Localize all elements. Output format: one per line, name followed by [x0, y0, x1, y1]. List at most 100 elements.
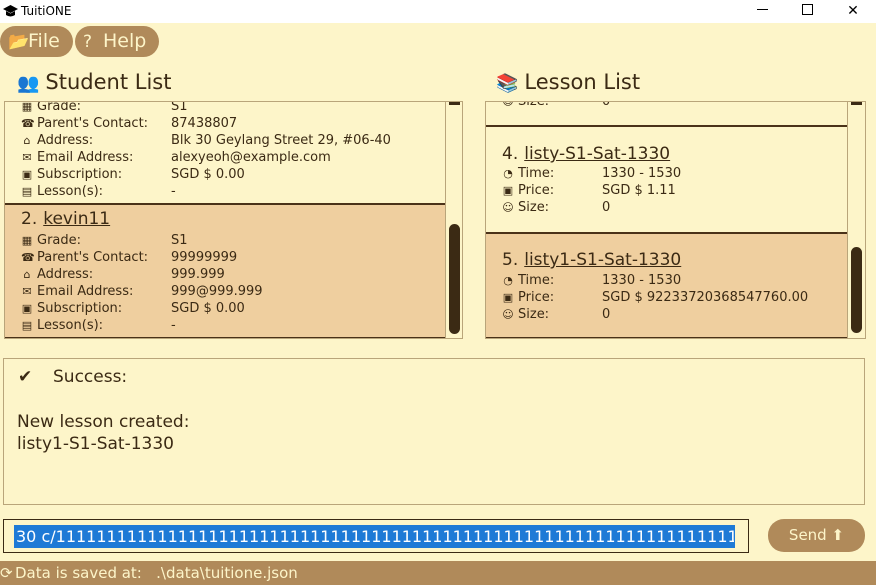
address-value: Blk 30 Geylang Street 29, #06-40: [171, 133, 391, 148]
grade-value: S1: [171, 233, 188, 248]
time-label: Time:: [518, 273, 555, 288]
minimize-button[interactable]: [739, 0, 785, 23]
envelope-icon: ✉: [22, 285, 32, 298]
address-row: ⌂ Address: Blk 30 Geylang Street 29, #06-4…: [21, 132, 391, 149]
contact-label: Parent's Contact:: [37, 116, 149, 131]
students-icon: 👥: [17, 73, 40, 94]
lesson-list-scrollbar[interactable]: [847, 102, 865, 338]
student-card[interactable]: ▦ Grade: S1 ☎ Parent's Contact: 87438807 ⌂ Ad…: [5, 101, 445, 205]
scrollbar-top-marker: [851, 102, 862, 105]
lesson-index: 4.: [502, 144, 519, 164]
grade-icon: ▦: [21, 234, 33, 247]
size-row: ☺ Size: 0: [502, 306, 610, 323]
price-label: Price:: [518, 183, 555, 198]
time-value: 1330 - 1530: [602, 166, 682, 181]
title-bar: TuitiONE ✕: [0, 0, 876, 23]
student-index: 2.: [21, 209, 38, 229]
price-value: SGD $ 92233720368547760.00: [602, 290, 809, 305]
size-value: 0: [602, 101, 611, 109]
email-label: Email Address:: [37, 284, 134, 299]
result-message: New lesson created: listy1-S1-Sat-1330: [17, 412, 190, 454]
student-card-selected[interactable]: 2. kevin11 ▦ Grade: S1 ☎ Parent's Contact: 99…: [5, 205, 445, 338]
grade-value: S1: [171, 101, 188, 114]
money-icon: ▣: [502, 184, 514, 197]
time-value: 1330 - 1530: [602, 273, 682, 288]
file-menu-button[interactable]: 📂File: [0, 26, 73, 57]
lesson-card-header: 5. listy1-S1-Sat-1330: [502, 250, 681, 270]
student-list-title: 👥 Student List: [17, 68, 171, 96]
lessons-value: -: [171, 318, 176, 333]
command-input[interactable]: 30 c/11111111111111111111111111111111111…: [3, 519, 749, 553]
result-display: ✔ Success: New lesson created: listy1-S1-…: [3, 358, 865, 505]
email-row: ✉ Email Address: alexyeoh@example.com: [21, 149, 330, 166]
contact-row: ☎ Parent's Contact: 99999999: [21, 249, 237, 266]
grade-icon: ▦: [21, 101, 33, 113]
email-value: 999@999.999: [171, 284, 263, 299]
status-text: Data is saved at: .\data\tuitione.json: [15, 564, 298, 582]
money-icon: ▣: [21, 302, 33, 315]
price-value: SGD $ 1.11: [602, 183, 676, 198]
size-label: Size:: [518, 200, 550, 215]
lesson-card-selected[interactable]: 5. listy1-S1-Sat-1330 ◔ Time: 1330 - 1530 ▣…: [486, 234, 847, 338]
phone-icon: ☎: [21, 117, 35, 130]
home-icon: ⌂: [23, 134, 31, 147]
smiley-icon: ☺: [502, 308, 514, 321]
money-icon: ▣: [502, 291, 514, 304]
time-label: Time:: [518, 166, 555, 181]
size-row: ☺ Size: 0: [502, 199, 610, 216]
email-label: Email Address:: [37, 150, 134, 165]
lesson-index: 5.: [502, 250, 519, 270]
address-label: Address:: [37, 133, 94, 148]
help-menu-button[interactable]: ? Help: [75, 26, 159, 57]
address-value: 999.999: [171, 267, 225, 282]
lesson-name: listy1-S1-Sat-1330: [524, 250, 682, 270]
maximize-button[interactable]: [784, 0, 830, 23]
size-label: Size:: [518, 101, 550, 109]
graduation-cap-icon: [3, 5, 18, 17]
address-row: ⌂ Address: 999.999: [21, 266, 225, 283]
lesson-card[interactable]: ☺ Size: 0: [486, 101, 847, 127]
lesson-list-title-text: Lesson List: [524, 70, 641, 94]
lesson-card-header: 4. listy-S1-Sat-1330: [502, 144, 670, 164]
books-icon: 📚: [496, 73, 519, 94]
close-button[interactable]: ✕: [830, 0, 876, 23]
close-icon: ✕: [847, 3, 859, 19]
size-row: ☺ Size: 0: [502, 101, 610, 110]
lessons-value: -: [171, 184, 176, 199]
phone-icon: ☎: [21, 251, 35, 264]
subscription-value: SGD $ 0.00: [171, 301, 245, 316]
email-row: ✉ Email Address: 999@999.999: [21, 283, 262, 300]
subscription-label: Subscription:: [37, 167, 123, 182]
size-value: 0: [602, 200, 611, 215]
maximize-icon: [801, 4, 813, 15]
lessons-row: ▤ Lesson(s): -: [21, 317, 176, 334]
grade-label: Grade:: [37, 233, 82, 248]
grade-row: ▦ Grade: S1: [21, 232, 188, 249]
clock-icon: ◔: [503, 274, 513, 287]
result-status-text: Success:: [53, 367, 128, 387]
lessons-row: ▤ Lesson(s): -: [21, 183, 176, 200]
scrollbar-thumb[interactable]: [851, 247, 862, 333]
clock-icon: ◔: [503, 167, 513, 180]
student-list-title-text: Student List: [45, 70, 172, 94]
student-list[interactable]: ▦ Grade: S1 ☎ Parent's Contact: 87438807 ⌂ Ad…: [4, 101, 463, 339]
email-value: alexyeoh@example.com: [171, 150, 331, 165]
lesson-name: listy-S1-Sat-1330: [524, 144, 671, 164]
price-row: ▣ Price: SGD $ 1.11: [502, 182, 676, 199]
student-list-scrollbar[interactable]: [445, 102, 462, 338]
send-button[interactable]: Send ⬆: [768, 519, 865, 552]
window-title: TuitiONE: [21, 4, 72, 18]
student-name: kevin11: [43, 209, 111, 229]
subscription-label: Subscription:: [37, 301, 123, 316]
lessons-label: Lesson(s):: [37, 184, 104, 199]
scrollbar-thumb[interactable]: [449, 224, 460, 334]
grade-row: ▦ Grade: S1: [21, 101, 188, 115]
menu-bar: 📂File ? Help: [0, 23, 876, 59]
price-label: Price:: [518, 290, 555, 305]
question-icon: ?: [83, 32, 93, 52]
lesson-list[interactable]: ☺ Size: 0 4. listy-S1-Sat-1330 ◔ Time: 1330 -…: [485, 101, 866, 339]
contact-value: 87438807: [171, 116, 238, 131]
address-label: Address:: [37, 267, 94, 282]
lesson-card[interactable]: 4. listy-S1-Sat-1330 ◔ Time: 1330 - 1530 ▣ P…: [486, 127, 847, 234]
subscription-value: SGD $ 0.00: [171, 167, 245, 182]
